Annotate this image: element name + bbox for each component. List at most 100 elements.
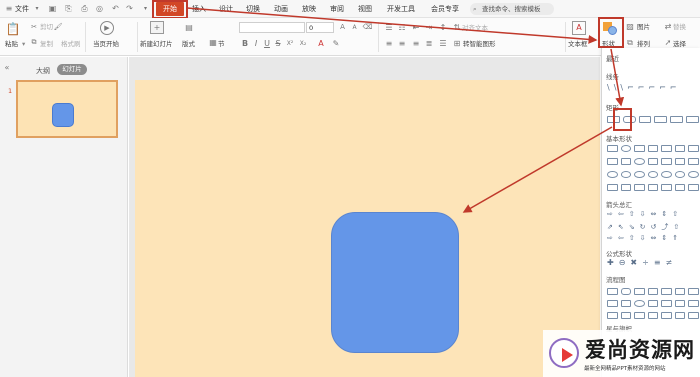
- flowchart-row[interactable]: [607, 300, 700, 308]
- arrows-row[interactable]: ⇨⇦⇧⇩⇔⇕⇑: [607, 234, 683, 242]
- tab-transition[interactable]: 切换: [246, 3, 260, 15]
- rectangles-row[interactable]: [607, 116, 699, 124]
- smartart-icon[interactable]: ⊞: [452, 39, 462, 48]
- tab-developer[interactable]: 开发工具: [387, 3, 415, 15]
- rounded-rectangle-shape[interactable]: [331, 212, 459, 353]
- align-center-icon[interactable]: ≡: [397, 39, 407, 48]
- layout-icon[interactable]: ▤: [183, 23, 195, 33]
- bullets-icon[interactable]: ☰: [384, 23, 394, 32]
- picture-button[interactable]: 图片: [637, 23, 650, 31]
- flowchart-row[interactable]: [607, 288, 700, 296]
- arrange-button[interactable]: 排列: [637, 40, 650, 48]
- menu-bar: ≡ 文件 ▾ ▣ ⎘ ⎙ ◎ ↶ ↷ ▾ 开始 插入 设计 切换 动画 放映 审…: [0, 0, 700, 18]
- basic-shapes-row[interactable]: [607, 171, 700, 179]
- shapes-button[interactable]: 形状: [602, 40, 615, 48]
- equation-row[interactable]: ✚⊖✖÷≡≠: [607, 258, 677, 267]
- subscript-icon[interactable]: X₂: [298, 39, 308, 48]
- customize-icon[interactable]: ▾: [141, 4, 150, 14]
- new-slide-button[interactable]: 新建幻灯片: [140, 40, 173, 48]
- undo-icon[interactable]: ↶: [111, 4, 120, 14]
- font-color-icon[interactable]: A: [316, 39, 326, 48]
- tab-design[interactable]: 设计: [219, 3, 233, 15]
- export-icon[interactable]: ⎘: [64, 4, 73, 14]
- arrange-icon[interactable]: ⧉: [625, 38, 635, 47]
- cut-icon[interactable]: ✂: [30, 23, 38, 31]
- distribute-icon[interactable]: ☰: [438, 39, 448, 48]
- file-menu[interactable]: 文件: [15, 3, 29, 15]
- basic-shapes-row[interactable]: [607, 184, 700, 192]
- tab-insert[interactable]: 插入: [192, 3, 206, 15]
- font-size-field[interactable]: 0: [306, 22, 334, 33]
- convert-smartart-button[interactable]: 转智能图形: [463, 40, 496, 48]
- tab-slides[interactable]: 幻灯片: [57, 64, 87, 75]
- shapes-icon[interactable]: [603, 21, 619, 35]
- arrows-row[interactable]: ⇗⇖⇘↻↺⤴⇧: [607, 222, 684, 232]
- paste-icon[interactable]: 📋: [6, 21, 21, 37]
- picture-icon[interactable]: ▨: [625, 22, 635, 31]
- justify-icon[interactable]: ≣: [424, 39, 434, 48]
- preview-icon[interactable]: ◎: [95, 4, 104, 14]
- ribbon-separator: [378, 22, 379, 52]
- paste-chevron-icon[interactable]: ▾: [22, 40, 25, 48]
- paste-button[interactable]: 粘贴: [5, 40, 18, 48]
- basic-shapes-row[interactable]: [607, 145, 700, 153]
- decrease-indent-icon[interactable]: ⇤: [411, 23, 421, 32]
- tab-slideshow[interactable]: 放映: [302, 3, 316, 15]
- collapse-panel-icon[interactable]: «: [3, 63, 11, 73]
- format-painter-button[interactable]: 格式刷: [61, 40, 81, 48]
- increase-font-icon[interactable]: A: [338, 23, 347, 32]
- layout-button[interactable]: 版式: [182, 40, 195, 48]
- select-icon[interactable]: ➚: [663, 38, 673, 47]
- cut-button[interactable]: 剪切: [40, 23, 53, 31]
- save-icon[interactable]: ▣: [48, 4, 57, 14]
- underline-icon[interactable]: U: [263, 39, 271, 48]
- replace-icon[interactable]: ⇄: [663, 22, 673, 31]
- slide-thumbnail[interactable]: [16, 80, 118, 138]
- text-box-button[interactable]: 文本框: [568, 40, 588, 48]
- increase-indent-icon[interactable]: ⇥: [424, 23, 434, 32]
- align-right-icon[interactable]: ≡: [411, 39, 421, 48]
- section-button[interactable]: 节: [218, 40, 225, 48]
- tab-review[interactable]: 审阅: [330, 3, 344, 15]
- highlight-color-icon[interactable]: ✎: [331, 39, 341, 48]
- format-painter-icon[interactable]: 🖌: [54, 23, 63, 31]
- decrease-font-icon[interactable]: A: [350, 23, 359, 32]
- section-icon[interactable]: ▦: [209, 38, 217, 48]
- new-slide-icon[interactable]: +: [150, 21, 164, 34]
- superscript-icon[interactable]: X²: [285, 39, 295, 48]
- search-input[interactable]: ⌕ 查找命令、搜索模板: [470, 3, 554, 15]
- replace-button[interactable]: 替换: [673, 23, 686, 31]
- copy-button[interactable]: 复制: [40, 40, 53, 48]
- flowchart-row[interactable]: [607, 312, 700, 320]
- clear-format-icon[interactable]: ⌫: [363, 23, 373, 32]
- numbering-icon[interactable]: ☷: [397, 23, 407, 32]
- arrows-row[interactable]: ⇨⇦⇧⇩⇔⇕⇧: [607, 210, 683, 218]
- watermark-logo-icon: [549, 338, 579, 368]
- italic-icon[interactable]: I: [252, 39, 260, 48]
- hamburger-icon[interactable]: ≡: [5, 4, 13, 14]
- print-icon[interactable]: ⎙: [80, 4, 89, 14]
- category-basic-shapes: 基本形状: [606, 135, 632, 143]
- tab-view[interactable]: 视图: [358, 3, 372, 15]
- align-left-icon[interactable]: ≡: [384, 39, 394, 48]
- tab-animation[interactable]: 动画: [274, 3, 288, 15]
- play-from-current-button[interactable]: 当页开始: [93, 40, 119, 48]
- tab-member[interactable]: 会员专享: [431, 3, 459, 15]
- redo-icon[interactable]: ↷: [125, 4, 134, 14]
- play-icon[interactable]: ▶: [100, 21, 114, 35]
- ribbon-separator: [565, 22, 566, 52]
- ribbon-separator: [85, 22, 86, 52]
- text-direction-icon[interactable]: ⇅: [452, 23, 462, 32]
- tab-outline[interactable]: 大纲: [36, 66, 50, 76]
- basic-shapes-row[interactable]: [607, 158, 700, 166]
- select-button[interactable]: 选择: [673, 40, 686, 48]
- strikethrough-icon[interactable]: S: [274, 39, 282, 48]
- line-spacing-icon[interactable]: ↕: [438, 23, 448, 32]
- tab-home[interactable]: 开始: [156, 2, 184, 16]
- bold-icon[interactable]: B: [241, 39, 249, 48]
- text-box-icon[interactable]: A: [572, 21, 586, 35]
- copy-icon[interactable]: ⧉: [30, 38, 38, 46]
- text-direction-label[interactable]: 对齐文本: [462, 24, 488, 32]
- font-name-field[interactable]: [239, 22, 305, 33]
- chevron-down-icon[interactable]: ▾: [34, 4, 40, 14]
